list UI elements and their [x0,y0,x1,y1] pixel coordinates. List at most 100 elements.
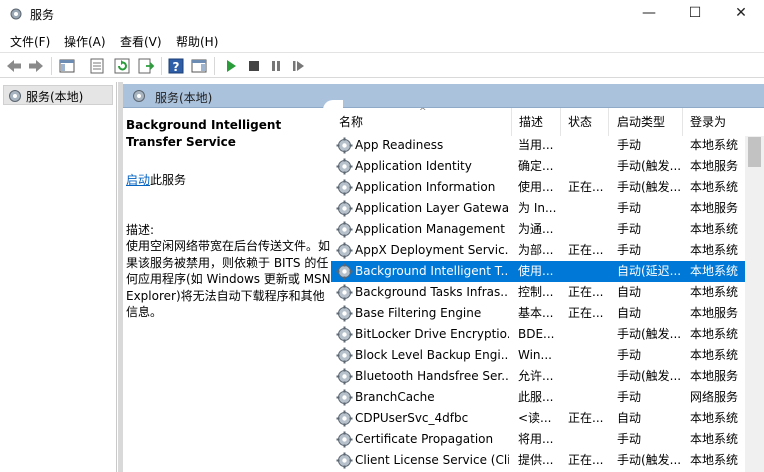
tree-item-services-local[interactable]: 服务(本地) [3,85,113,105]
service-description: 控制... [518,285,554,299]
service-row[interactable]: Client License Service (Cli... 提供... 正在...… [331,450,745,471]
service-status [568,261,608,282]
service-logon: 本地系统 [690,411,739,425]
service-startup-type: 手动 [617,348,642,362]
service-row[interactable]: Block Level Backup Engi... Win... 手动 本地系统 [331,345,745,366]
service-description: 将用... [518,432,554,446]
description-pane: Background Intelligent Transfer Service … [123,108,331,472]
scrollbar-thumb[interactable] [748,137,761,167]
service-logon: 本地系统 [690,138,739,152]
service-logon: 本地系统 [690,222,739,236]
service-logon: 本地系统 [690,243,739,257]
service-name: AppX Deployment Servic... [355,243,509,257]
start-service-link[interactable]: 启动 [126,173,150,187]
service-row[interactable]: Application Information 使用... 正在... 手动(触发..… [331,177,745,198]
service-gear-icon [336,368,353,385]
show-hide-action-pane-icon[interactable] [190,57,208,75]
service-description: BDE... [518,327,555,341]
start-service-icon[interactable] [222,57,240,75]
menu-action[interactable]: 操作(A) [64,33,106,50]
export-list-icon[interactable] [137,57,155,75]
back-icon[interactable] [5,57,23,75]
service-action: 启动此服务 [126,171,186,188]
service-row[interactable]: BitLocker Drive Encryptio... BDE... 手动(触发.… [331,324,745,345]
toolbar-separator [51,57,52,75]
properties-icon[interactable] [88,57,106,75]
services-list: 名称 ^ 描述 状态 启动类型 登录为 App Readiness 当用... 手动… [331,108,764,472]
service-gear-icon [336,179,353,196]
service-row[interactable]: BranchCache 此服... 手动 网络服务 [331,387,745,408]
column-header-logon[interactable]: 登录为 [682,108,746,136]
service-description: 此服... [518,390,554,404]
service-startup-type: 自动 [617,411,642,425]
help-icon[interactable]: ? [167,57,185,75]
service-startup-type: 自动(延迟... [617,264,681,278]
service-row[interactable]: Application Identity 确定... 手动(触发... 本地服务 [331,156,745,177]
close-button[interactable]: ✕ [718,0,764,28]
service-row[interactable]: AppX Deployment Servic... 为部... 正在... 手动 本地系… [331,240,745,261]
service-description: 提供... [518,453,554,467]
service-description: 确定... [518,159,554,173]
column-header-description[interactable]: 描述 [511,108,561,136]
service-description: <读... [518,411,552,425]
column-header-startup-type[interactable]: 启动类型 [609,108,683,136]
show-console-tree-icon[interactable] [58,57,76,75]
maximize-button[interactable]: ☐ [672,0,718,28]
menu-help[interactable]: 帮助(H) [176,33,218,50]
service-gear-icon [336,158,353,175]
service-row[interactable]: Application Management 为通... 手动 本地系统 [331,219,745,240]
service-row[interactable]: Certificate Propagation 将用... 手动 本地系统 [331,429,745,450]
service-logon: 本地系统 [690,432,739,446]
service-startup-type: 手动(触发... [617,159,681,173]
vertical-scrollbar[interactable] [745,136,764,472]
service-name: CDPUserSvc_4dfbc [355,411,469,425]
service-row[interactable]: Base Filtering Engine 基本... 正在... 自动 本地服务 [331,303,745,324]
service-logon: 本地服务 [690,201,739,215]
service-gear-icon [336,452,353,469]
svg-text:?: ? [173,60,180,74]
menu-view[interactable]: 查看(V) [120,33,162,50]
service-row[interactable]: Background Intelligent T... 使用... 自动(延迟...… [331,261,745,282]
description-label: 描述: [126,223,155,237]
column-header-status[interactable]: 状态 [560,108,609,136]
service-logon: 本地系统 [690,348,739,362]
service-startup-type: 手动 [617,243,642,257]
service-startup-type: 手动 [617,390,642,404]
service-row[interactable]: Background Tasks Infras... 控制... 正在... 自动 本地… [331,282,745,303]
service-startup-type: 手动 [617,201,642,215]
service-startup-type: 手动(触发... [617,180,681,194]
stop-service-icon[interactable] [245,57,263,75]
service-row[interactable]: Application Layer Gatewa... 为 In... 手动 本地服务 [331,198,745,219]
service-status [568,219,608,240]
service-logon: 本地服务 [690,159,739,173]
service-name: Background Tasks Infras... [355,285,509,299]
column-header-name[interactable]: 名称 ^ [331,108,512,136]
service-name: Certificate Propagation [355,432,494,446]
service-status [568,387,608,408]
service-row[interactable]: Bluetooth Handsfree Ser... 允许... 手动(触发... 本… [331,366,745,387]
service-startup-type: 手动 [617,138,642,152]
service-name: Base Filtering Engine [355,306,482,320]
service-description: 基本... [518,306,554,320]
pause-service-icon[interactable] [267,57,285,75]
forward-icon[interactable] [27,57,45,75]
service-name: Application Information [355,180,496,194]
content-header: 服务(本地) [123,84,764,108]
service-name: BitLocker Drive Encryptio... [355,327,509,341]
service-action-suffix: 此服务 [150,173,187,187]
console-tree-pane: 服务(本地) [0,82,117,472]
service-gear-icon [336,410,353,427]
service-name: Block Level Backup Engi... [355,348,509,362]
service-row[interactable]: App Readiness 当用... 手动 本地系统 [331,135,745,156]
service-description: 为 In... [518,201,557,215]
service-row[interactable]: CDPUserSvc_4dfbc <读... 正在... 自动 本地系统 [331,408,745,429]
service-description: 使用... [518,264,554,278]
restart-service-icon[interactable] [289,57,307,75]
service-name: Client License Service (Cli... [355,453,509,467]
window-title: 服务 [30,8,55,22]
menu-file[interactable]: 文件(F) [10,33,50,50]
menu-bar: 文件(F) 操作(A) 查看(V) 帮助(H) [0,28,764,52]
service-startup-type: 手动 [617,432,642,446]
minimize-button[interactable]: — [626,0,672,28]
refresh-icon[interactable] [113,57,131,75]
